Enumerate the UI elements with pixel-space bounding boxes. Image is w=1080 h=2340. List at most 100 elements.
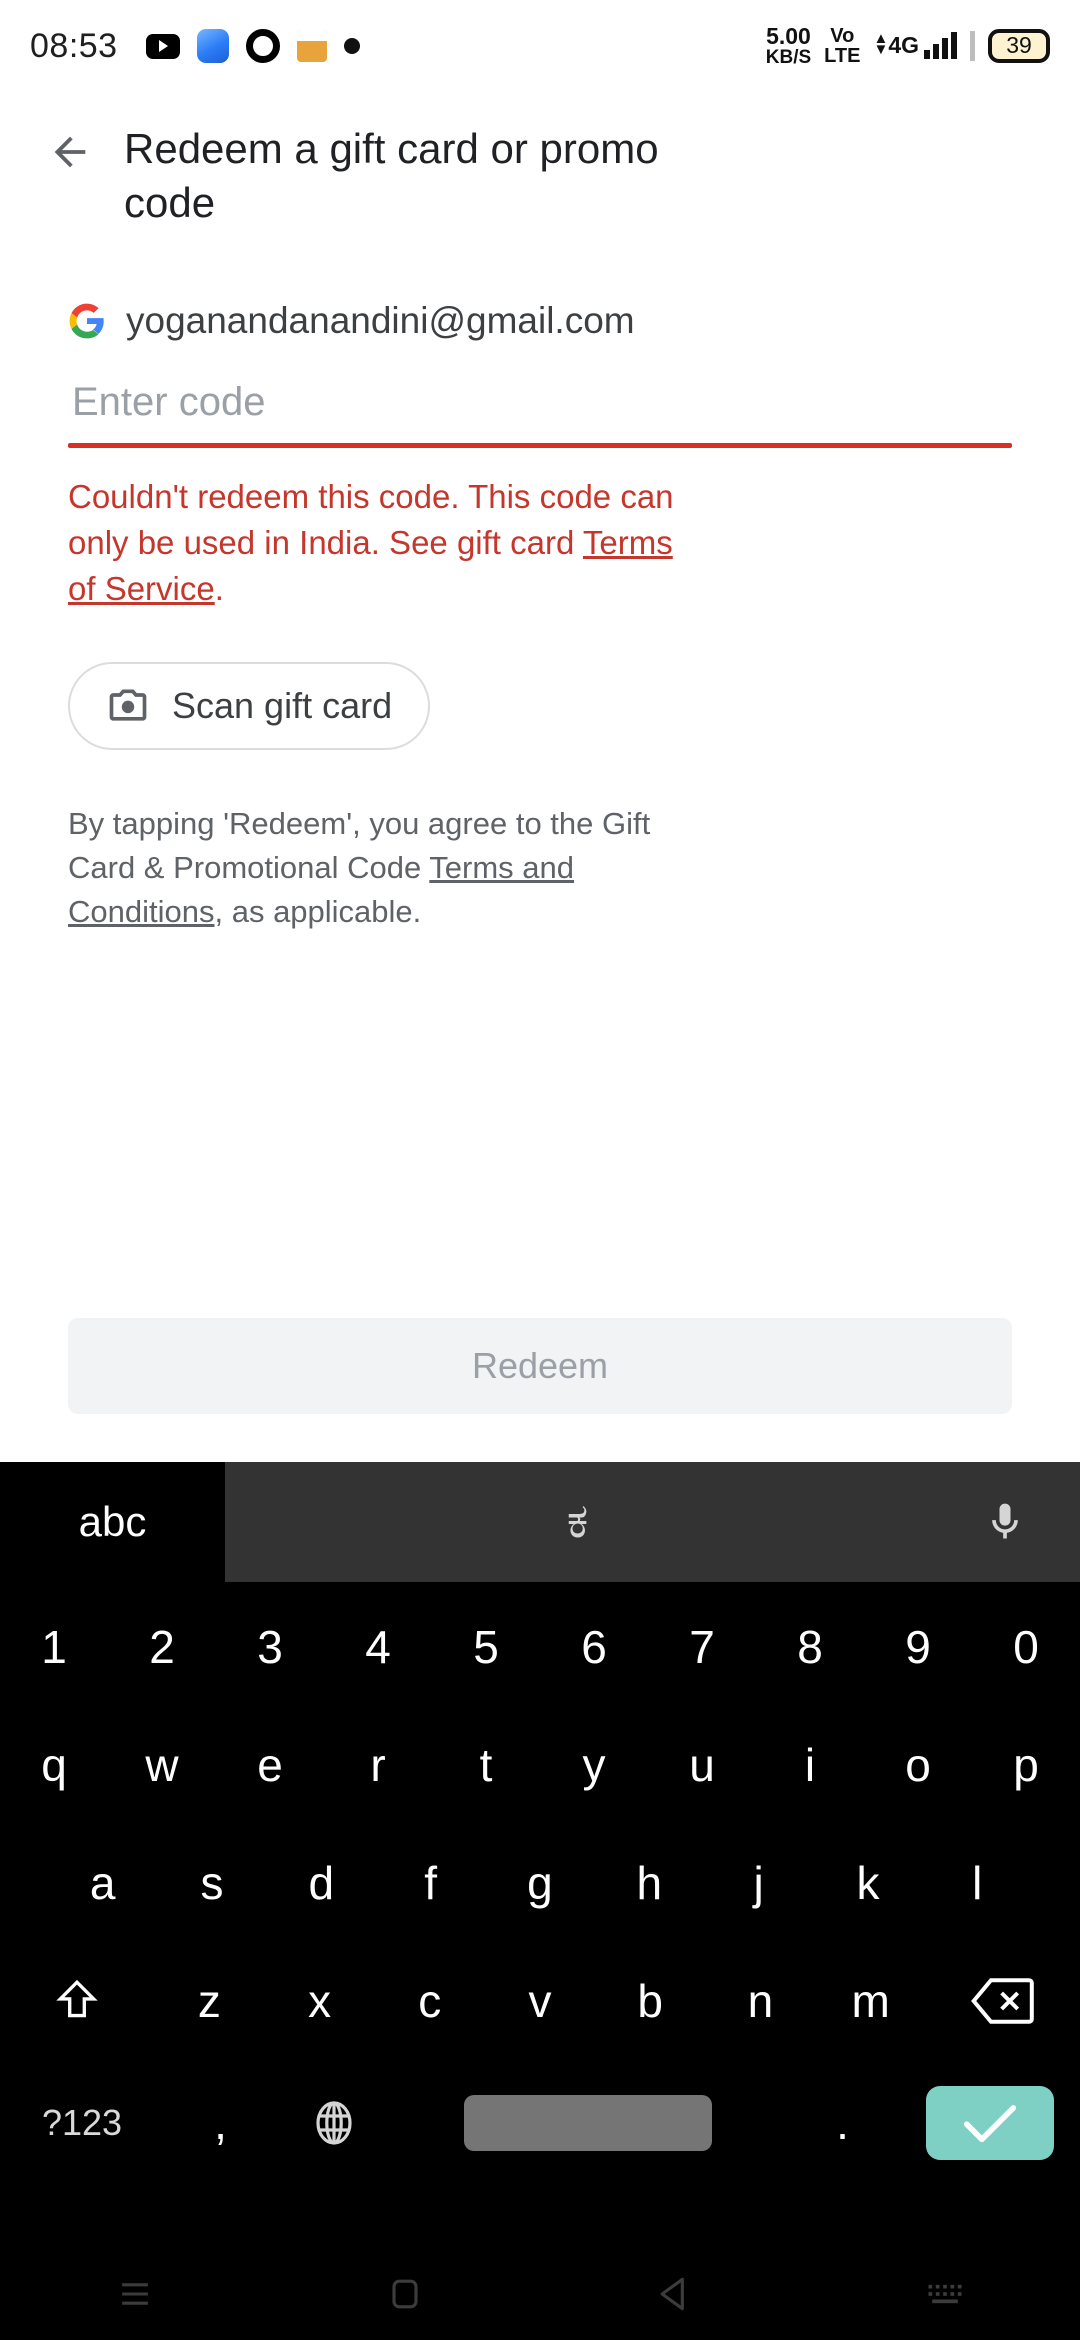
key-v[interactable]: v [485, 1942, 595, 2060]
on-screen-keyboard: abc ಕ 1 2 3 4 5 6 7 8 9 0 q w e r t y u … [0, 1462, 1080, 2248]
keyboard-row-home: a s d f g h j k l [0, 1824, 1080, 1942]
key-t[interactable]: t [432, 1706, 540, 1824]
keyboard-row-qwerty: q w e r t y u i o p [0, 1706, 1080, 1824]
keyboard-icon [928, 2284, 962, 2304]
code-field-wrapper [68, 375, 1012, 448]
key-y[interactable]: y [540, 1706, 648, 1824]
signal-bars-icon [924, 32, 957, 60]
code-input[interactable] [68, 375, 1012, 443]
nav-back-button[interactable] [540, 2272, 810, 2316]
symbols-key[interactable]: ?123 [0, 2060, 164, 2186]
network-type-label: 4G [888, 32, 919, 59]
key-n[interactable]: n [705, 1942, 815, 2060]
data-arrows-icon: ▲ ▼ [873, 30, 889, 59]
error-message: Couldn't redeem this code. This code can… [68, 474, 698, 613]
status-right-cluster: 5.00 KB/S Vo LTE ▲ ▼ 4G 39 [765, 22, 1050, 69]
battery-icon: 39 [988, 28, 1050, 63]
key-4[interactable]: 4 [324, 1588, 432, 1706]
keyboard-abc-tab[interactable]: abc [0, 1462, 225, 1582]
nav-back-triangle-icon [660, 2277, 684, 2311]
nav-home-button[interactable] [270, 2272, 540, 2316]
key-8[interactable]: 8 [756, 1588, 864, 1706]
back-arrow-icon [54, 136, 86, 168]
nav-keyboard-button[interactable] [810, 2272, 1080, 2316]
legal-disclaimer: By tapping 'Redeem', you agree to the Gi… [68, 802, 688, 934]
key-x[interactable]: x [264, 1942, 374, 2060]
redeem-button-wrapper: Redeem [68, 1318, 1012, 1414]
key-h[interactable]: h [595, 1824, 704, 1942]
legal-text-after: , as applicable. [214, 894, 422, 930]
enter-key[interactable] [899, 2060, 1080, 2186]
backspace-icon [970, 1978, 1034, 2024]
keyboard-language-tab[interactable]: ಕ [225, 1462, 930, 1582]
comma-key[interactable]: , [164, 2060, 277, 2186]
key-e[interactable]: e [216, 1706, 324, 1824]
key-m[interactable]: m [816, 1942, 926, 2060]
camera-icon [109, 689, 147, 721]
key-g[interactable]: g [485, 1824, 594, 1942]
period-key[interactable]: . [786, 2060, 899, 2186]
key-6[interactable]: 6 [540, 1588, 648, 1706]
key-w[interactable]: w [108, 1706, 216, 1824]
key-3[interactable]: 3 [216, 1588, 324, 1706]
scan-gift-card-label: Scan gift card [172, 685, 393, 727]
key-1[interactable]: 1 [0, 1588, 108, 1706]
keyboard-toolbar: abc ಕ [0, 1462, 1080, 1582]
backspace-key[interactable] [926, 1942, 1080, 2060]
key-c[interactable]: c [375, 1942, 485, 2060]
language-switch-key[interactable] [277, 2060, 390, 2186]
key-9[interactable]: 9 [864, 1588, 972, 1706]
battery-level-label: 39 [1006, 32, 1032, 59]
network-speed-value: 5.00 [766, 22, 811, 49]
status-bar: 08:53 5.00 KB/S Vo LTE ▲ ▼ 4G 39 [0, 0, 1080, 92]
dot-icon [343, 38, 360, 54]
key-5[interactable]: 5 [432, 1588, 540, 1706]
app-bar: Redeem a gift card or promo code [0, 92, 1080, 230]
key-f[interactable]: f [376, 1824, 485, 1942]
key-u[interactable]: u [648, 1706, 756, 1824]
key-a[interactable]: a [48, 1824, 157, 1942]
key-2[interactable]: 2 [108, 1588, 216, 1706]
nav-recents-button[interactable] [0, 2272, 270, 2316]
key-s[interactable]: s [157, 1824, 266, 1942]
main-content: yoganandanandini@gmail.com Couldn't rede… [0, 300, 1080, 935]
space-bar-indicator [464, 2095, 713, 2151]
microphone-icon [992, 1503, 1018, 1539]
ring-icon [245, 29, 280, 63]
code-field-underline [68, 442, 1012, 448]
account-row[interactable]: yoganandanandini@gmail.com [68, 300, 1012, 342]
key-d[interactable]: d [267, 1824, 376, 1942]
keyboard-rows: 1 2 3 4 5 6 7 8 9 0 q w e r t y u i o p … [0, 1582, 1080, 2186]
redeem-button[interactable]: Redeem [68, 1318, 1012, 1414]
error-text-after: . [214, 569, 224, 607]
check-icon [963, 2105, 1016, 2143]
key-i[interactable]: i [756, 1706, 864, 1824]
shift-up-icon [56, 1979, 98, 2018]
keyboard-row-space: ?123 , . [0, 2060, 1080, 2186]
key-j[interactable]: j [704, 1824, 813, 1942]
keyboard-row-bottom-letters: z x c v b n m [0, 1942, 1080, 2060]
recents-icon [122, 2283, 148, 2305]
network-speed-unit: KB/S [765, 47, 812, 69]
system-navigation-bar [0, 2248, 1080, 2340]
signal-indicator: ▲ ▼ 4G [873, 30, 957, 60]
key-o[interactable]: o [864, 1706, 972, 1824]
back-button[interactable] [30, 112, 110, 192]
key-q[interactable]: q [0, 1706, 108, 1824]
key-l[interactable]: l [923, 1824, 1032, 1942]
volte-indicator: Vo LTE [824, 25, 861, 67]
keyboard-mic-button[interactable] [930, 1462, 1080, 1582]
space-key[interactable] [390, 2060, 786, 2186]
key-p[interactable]: p [972, 1706, 1080, 1824]
keyboard-row-numbers: 1 2 3 4 5 6 7 8 9 0 [0, 1588, 1080, 1706]
shift-key[interactable] [0, 1942, 154, 2060]
key-b[interactable]: b [595, 1942, 705, 2060]
key-k[interactable]: k [813, 1824, 922, 1942]
key-7[interactable]: 7 [648, 1588, 756, 1706]
key-0[interactable]: 0 [972, 1588, 1080, 1706]
key-z[interactable]: z [154, 1942, 264, 2060]
volte-line-2: LTE [824, 44, 861, 67]
network-speed: 5.00 KB/S [765, 22, 812, 69]
scan-gift-card-button[interactable]: Scan gift card [68, 662, 431, 751]
key-r[interactable]: r [324, 1706, 432, 1824]
